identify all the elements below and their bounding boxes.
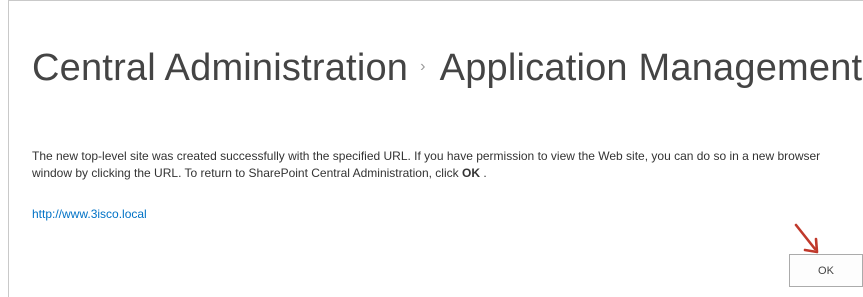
- breadcrumb-separator-icon: ›: [420, 57, 426, 75]
- ok-button[interactable]: OK: [789, 254, 863, 287]
- new-site-url-link[interactable]: http://www.3isco.local: [32, 206, 147, 223]
- page-title: Central Administration › Application Manag…: [32, 41, 862, 97]
- message-text-end: .: [479, 166, 487, 180]
- breadcrumb-current: Application Management: [439, 47, 863, 89]
- message-ok-word: OK: [461, 166, 480, 180]
- success-message: The new top-level site was created succe…: [32, 148, 862, 182]
- message-text: The new top-level site was created succe…: [32, 149, 821, 180]
- breadcrumb-root[interactable]: Central Administration: [32, 47, 408, 89]
- page-container: Central Administration › Application Manag…: [8, 0, 863, 297]
- annotation-arrow-icon: [794, 223, 819, 254]
